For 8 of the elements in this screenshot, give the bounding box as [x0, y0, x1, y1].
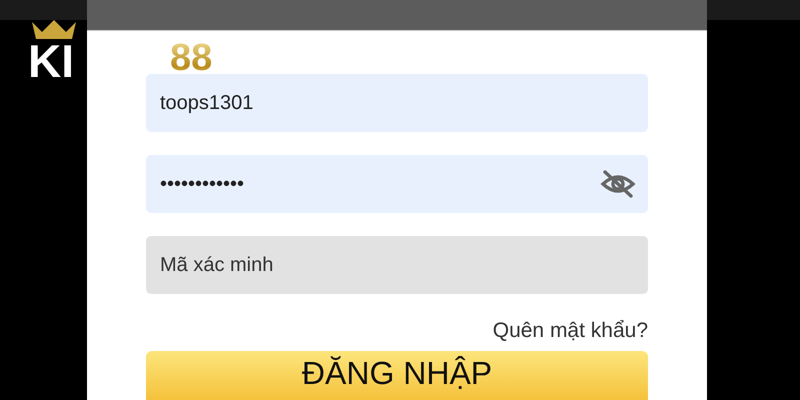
crown-icon [30, 18, 78, 40]
captcha-field[interactable]: Mã xác minh [146, 236, 648, 294]
logo-text: KI [28, 38, 75, 84]
username-field[interactable]: toops1301 [146, 74, 648, 132]
password-field[interactable]: •••••••••••• [146, 155, 648, 213]
eye-slash-icon[interactable] [600, 169, 636, 199]
login-button[interactable]: ĐĂNG NHẬP [146, 351, 648, 400]
forgot-password-link[interactable]: Quên mật khẩu? [492, 319, 648, 343]
